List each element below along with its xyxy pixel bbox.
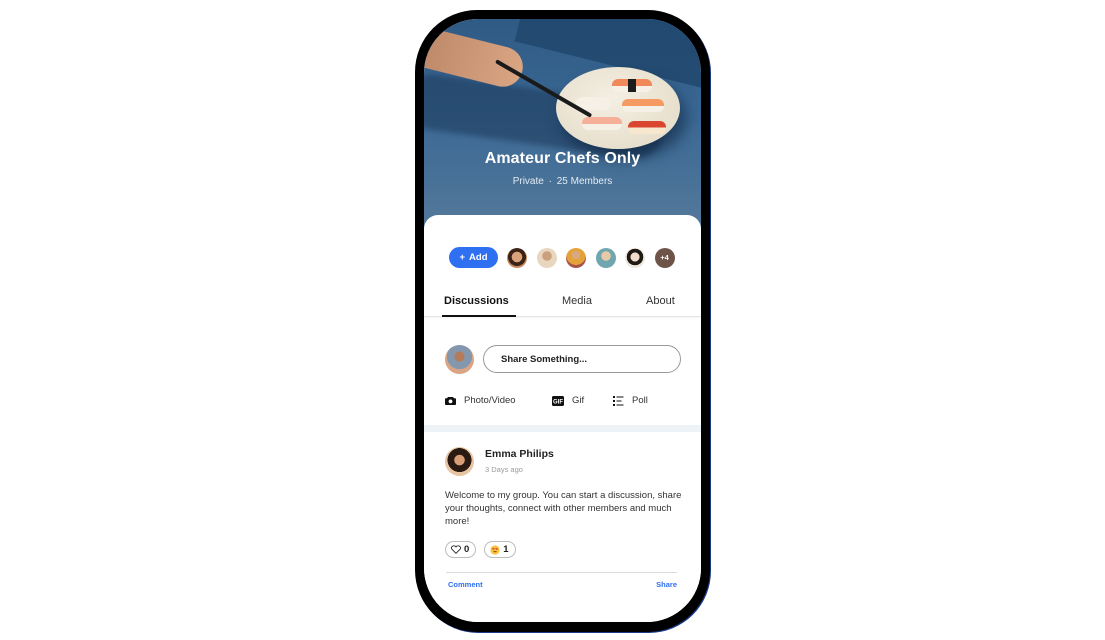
composer-actions: Photo/Video GIF Gif Poll	[445, 395, 685, 409]
post-author-name[interactable]: Emma Philips	[485, 448, 554, 460]
emoji-reaction-button[interactable]: 1	[484, 541, 516, 558]
add-member-button[interactable]: + Add	[449, 247, 498, 268]
member-avatar[interactable]	[507, 247, 527, 268]
current-user-avatar	[445, 345, 474, 374]
group-cover-image: Amateur Chefs Only Private · 25 Members	[424, 19, 701, 234]
group-tabs: Discussions Media About	[424, 293, 701, 317]
phone-frame: Amateur Chefs Only Private · 25 Members …	[415, 10, 710, 632]
section-divider	[424, 425, 701, 432]
members-row: + Add +4	[449, 247, 684, 268]
member-avatar[interactable]	[595, 247, 616, 268]
member-count: 25 Members	[556, 176, 613, 187]
add-member-label: Add	[469, 252, 488, 263]
active-tab-indicator	[442, 315, 516, 317]
poll-button[interactable]: Poll	[613, 395, 648, 406]
tab-discussions[interactable]: Discussions	[444, 295, 509, 307]
post-timestamp: 3 Days ago	[485, 465, 523, 474]
group-privacy: Private	[512, 176, 544, 187]
heart-icon	[451, 545, 461, 554]
group-title: Amateur Chefs Only	[484, 150, 641, 167]
tab-media[interactable]: Media	[562, 295, 592, 307]
comment-button[interactable]: Comment	[448, 580, 483, 589]
phone-screen: Amateur Chefs Only Private · 25 Members …	[424, 19, 701, 622]
member-avatar[interactable]	[536, 247, 557, 268]
photo-video-button[interactable]: Photo/Video	[445, 395, 516, 406]
like-count: 0	[464, 544, 470, 555]
more-members-avatar[interactable]: +4	[654, 247, 675, 268]
member-avatar[interactable]	[625, 247, 645, 268]
post-author-avatar[interactable]	[445, 447, 474, 476]
svg-text:GIF: GIF	[553, 399, 563, 405]
group-content-card: + Add +4 Discussions Media About Share S…	[424, 215, 701, 622]
post-reactions: 0 1	[445, 541, 524, 558]
camera-icon	[445, 396, 456, 405]
plus-icon: +	[459, 252, 466, 263]
post-body: Welcome to my group. You can start a dis…	[445, 490, 682, 527]
photo-video-label: Photo/Video	[464, 395, 516, 406]
gif-icon: GIF	[552, 395, 564, 406]
poll-label: Poll	[632, 395, 648, 406]
like-reaction-button[interactable]: 0	[445, 541, 477, 558]
emoji-reaction-count: 1	[503, 544, 509, 555]
member-avatar[interactable]	[566, 247, 586, 268]
tab-about[interactable]: About	[646, 295, 675, 307]
more-members-count: +4	[660, 253, 669, 262]
share-button[interactable]: Share	[656, 580, 677, 589]
gif-label: Gif	[572, 395, 585, 406]
group-meta: Private · 25 Members	[424, 176, 701, 187]
poll-icon	[613, 395, 624, 406]
post-footer-divider	[446, 572, 677, 573]
share-something-input[interactable]	[483, 345, 681, 373]
meta-separator: ·	[548, 176, 552, 187]
heart-eyes-emoji-icon	[490, 544, 500, 555]
gif-button[interactable]: GIF Gif	[552, 395, 584, 406]
